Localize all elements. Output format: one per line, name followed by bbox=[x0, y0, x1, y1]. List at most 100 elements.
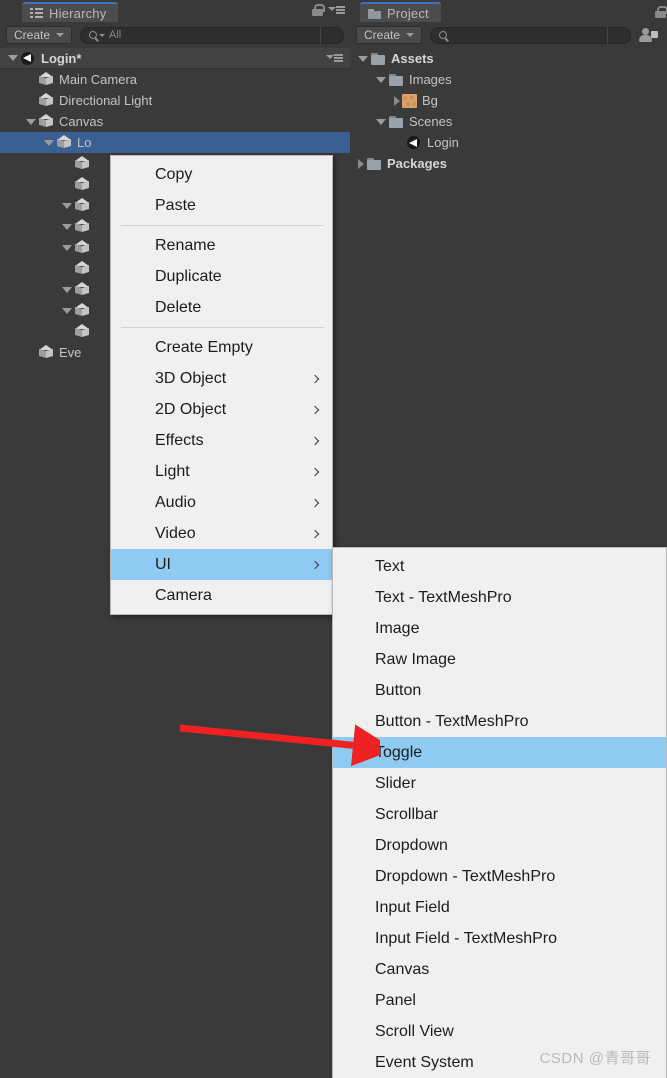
project-item-row[interactable]: Images bbox=[350, 69, 667, 90]
hierarchy-item-row[interactable]: Main Camera bbox=[0, 69, 350, 90]
menu-item-audio[interactable]: Audio bbox=[111, 487, 332, 518]
chevron-right-icon bbox=[310, 436, 320, 445]
menu-item-label: 2D Object bbox=[155, 400, 227, 418]
menu-item-camera[interactable]: Camera bbox=[111, 580, 332, 611]
ui-menu-item-label: Raw Image bbox=[375, 650, 456, 668]
hierarchy-search-value: All bbox=[109, 29, 122, 41]
project-item-row[interactable]: Bg bbox=[350, 90, 667, 111]
project-item-row[interactable]: Packages bbox=[350, 153, 667, 174]
ui-menu-item-scrollbar[interactable]: Scrollbar bbox=[333, 799, 666, 830]
project-item-label: Assets bbox=[391, 51, 434, 66]
ui-menu-item-toggle[interactable]: Toggle bbox=[333, 737, 666, 768]
ui-submenu[interactable]: Text Text - TextMeshPro Image Raw Image Butt… bbox=[332, 547, 667, 1078]
chevron-down-icon bbox=[56, 33, 65, 37]
chevron-right-icon bbox=[310, 374, 320, 383]
hierarchy-create-button[interactable]: Create bbox=[6, 26, 73, 44]
menu-item-light[interactable]: Light bbox=[111, 456, 332, 487]
project-item-label: Images bbox=[409, 72, 452, 87]
menu-item-2d-object[interactable]: 2D Object bbox=[111, 394, 332, 425]
ui-menu-item-scroll-view[interactable]: Scroll View bbox=[333, 1016, 666, 1047]
cube-icon bbox=[74, 177, 90, 192]
ui-menu-item-label: Canvas bbox=[375, 960, 430, 978]
chevron-down-icon[interactable] bbox=[26, 118, 36, 125]
hierarchy-item-row[interactable]: Canvas bbox=[0, 111, 350, 132]
ui-menu-item-button[interactable]: Button bbox=[333, 675, 666, 706]
menu-item-create-empty[interactable]: Create Empty bbox=[111, 332, 332, 363]
ui-menu-item-panel[interactable]: Panel bbox=[333, 985, 666, 1016]
ui-menu-item-text[interactable]: Text bbox=[333, 551, 666, 582]
menu-item-effects[interactable]: Effects bbox=[111, 425, 332, 456]
hierarchy-item-row[interactable]: Lo bbox=[0, 132, 350, 153]
project-create-button[interactable]: Create bbox=[356, 26, 423, 44]
project-item-row[interactable]: Scenes bbox=[350, 111, 667, 132]
chevron-down-icon[interactable] bbox=[376, 76, 386, 83]
project-search-input[interactable] bbox=[430, 26, 631, 44]
ui-menu-item-dropdown[interactable]: Dropdown bbox=[333, 830, 666, 861]
hierarchy-item-label: Eve bbox=[59, 345, 82, 360]
hierarchy-item-label: Lo bbox=[77, 135, 92, 150]
chevron-right-icon[interactable] bbox=[358, 158, 364, 169]
menu-item-3d-object[interactable]: 3D Object bbox=[111, 363, 332, 394]
menu-separator bbox=[121, 327, 324, 328]
chevron-right-icon[interactable] bbox=[394, 95, 400, 106]
hierarchy-item-row[interactable]: Directional Light bbox=[0, 90, 350, 111]
menu-item-label: UI bbox=[155, 555, 171, 573]
cube-icon bbox=[38, 72, 54, 87]
menu-item-label: Effects bbox=[155, 431, 204, 449]
project-create-label: Create bbox=[364, 28, 401, 42]
menu-item-rename[interactable]: Rename bbox=[111, 230, 332, 261]
tab-project[interactable]: Project bbox=[360, 2, 441, 22]
chevron-down-icon[interactable] bbox=[44, 139, 54, 146]
hierarchy-panel-tools bbox=[312, 4, 345, 16]
menu-item-label: Camera bbox=[155, 586, 212, 604]
search-icon bbox=[89, 31, 98, 39]
tab-hierarchy[interactable]: Hierarchy bbox=[22, 2, 119, 22]
ui-menu-item-label: Text - TextMeshPro bbox=[375, 588, 512, 606]
scene-context-menu-icon[interactable] bbox=[326, 53, 343, 64]
ui-menu-item-input-field[interactable]: Input Field bbox=[333, 892, 666, 923]
hierarchy-context-menu[interactable]: Copy Paste Rename Duplicate Delete Create Emp… bbox=[110, 155, 333, 615]
ui-menu-item-text-textmeshpro[interactable]: Text - TextMeshPro bbox=[333, 582, 666, 613]
hierarchy-item-label: Directional Light bbox=[59, 93, 153, 108]
ui-menu-item-slider[interactable]: Slider bbox=[333, 768, 666, 799]
menu-item-video[interactable]: Video bbox=[111, 518, 332, 549]
chevron-down-icon[interactable] bbox=[62, 223, 72, 230]
chevron-down-icon[interactable] bbox=[62, 307, 72, 314]
chevron-down-icon[interactable] bbox=[62, 286, 72, 293]
project-item-label: Packages bbox=[387, 156, 447, 171]
chevron-down-icon[interactable] bbox=[376, 118, 386, 125]
project-toolbar: Create bbox=[350, 22, 667, 48]
menu-item-duplicate[interactable]: Duplicate bbox=[111, 261, 332, 292]
search-icon bbox=[439, 31, 448, 39]
texture-icon bbox=[402, 93, 417, 108]
cube-icon bbox=[74, 282, 90, 297]
ui-menu-item-dropdown-textmeshpro[interactable]: Dropdown - TextMeshPro bbox=[333, 861, 666, 892]
ui-menu-item-image[interactable]: Image bbox=[333, 613, 666, 644]
project-item-row[interactable]: Assets bbox=[350, 48, 667, 69]
menu-item-label: Delete bbox=[155, 298, 202, 316]
menu-item-delete[interactable]: Delete bbox=[111, 292, 332, 323]
chevron-down-icon[interactable] bbox=[62, 244, 72, 251]
hierarchy-search-input[interactable]: All bbox=[80, 26, 344, 44]
project-item-row[interactable]: Login bbox=[350, 132, 667, 153]
ui-menu-item-button-textmeshpro[interactable]: Button - TextMeshPro bbox=[333, 706, 666, 737]
chevron-down-icon[interactable] bbox=[8, 55, 18, 61]
chevron-down-icon bbox=[406, 33, 415, 37]
chevron-down-icon[interactable] bbox=[62, 202, 72, 209]
ui-menu-item-canvas[interactable]: Canvas bbox=[333, 954, 666, 985]
collab-user-icon[interactable] bbox=[639, 26, 661, 44]
cube-icon bbox=[38, 93, 54, 108]
menu-item-ui[interactable]: UI bbox=[111, 549, 332, 580]
ui-menu-item-label: Input Field - TextMeshPro bbox=[375, 929, 558, 947]
lock-icon[interactable] bbox=[655, 6, 667, 18]
lock-icon[interactable] bbox=[312, 4, 325, 16]
ui-menu-item-input-field-textmeshpro[interactable]: Input Field - TextMeshPro bbox=[333, 923, 666, 954]
menu-item-copy[interactable]: Copy bbox=[111, 159, 332, 190]
chevron-down-icon[interactable] bbox=[358, 55, 368, 62]
hierarchy-scene-root[interactable]: Login* bbox=[0, 48, 350, 69]
ui-menu-item-raw-image[interactable]: Raw Image bbox=[333, 644, 666, 675]
kebab-menu-icon[interactable] bbox=[328, 5, 345, 16]
hierarchy-item-label: Main Camera bbox=[59, 72, 138, 87]
project-item-label: Scenes bbox=[409, 114, 453, 129]
menu-item-paste[interactable]: Paste bbox=[111, 190, 332, 221]
